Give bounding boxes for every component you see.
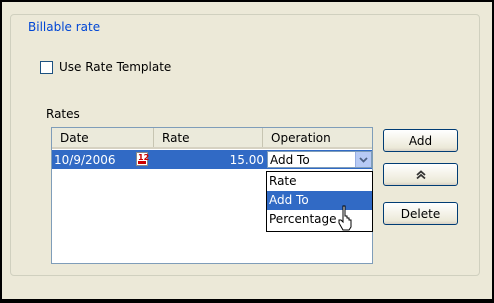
use-rate-template-checkbox[interactable]: Use Rate Template [40,60,171,74]
move-up-button[interactable] [383,163,458,186]
checkbox-box[interactable] [40,60,53,74]
hand-cursor-icon [338,205,352,231]
rates-label: Rates [46,107,80,121]
chevron-down-icon[interactable] [355,152,371,167]
column-header-operation[interactable]: Operation [263,128,372,147]
double-chevron-up-icon [415,169,426,179]
delete-button[interactable]: Delete [383,202,458,225]
operation-value: Add To [270,152,310,167]
groupbox-title: Billable rate [26,20,103,34]
column-header-rate[interactable]: Rate [154,128,263,147]
operation-combobox[interactable]: Add To [267,151,372,168]
column-header-date[interactable]: Date [52,128,154,147]
use-rate-template-label: Use Rate Template [59,60,172,74]
option-percentage[interactable]: Percentage [267,210,372,229]
calendar-icon[interactable]: 12 [136,152,149,166]
date-value: 10/9/2006 [54,152,116,167]
option-add-to[interactable]: Add To [267,191,372,210]
grid-header: Date Rate Operation [52,128,372,149]
option-rate[interactable]: Rate [267,172,372,191]
rate-cell[interactable]: 15.00 [152,153,266,167]
operation-dropdown-list[interactable]: Rate Add To Percentage [266,171,373,232]
add-button[interactable]: Add [383,129,458,152]
date-cell[interactable]: 10/9/2006 12 [52,150,152,169]
table-row[interactable]: 10/9/2006 12 15.00 Add To [52,150,372,169]
